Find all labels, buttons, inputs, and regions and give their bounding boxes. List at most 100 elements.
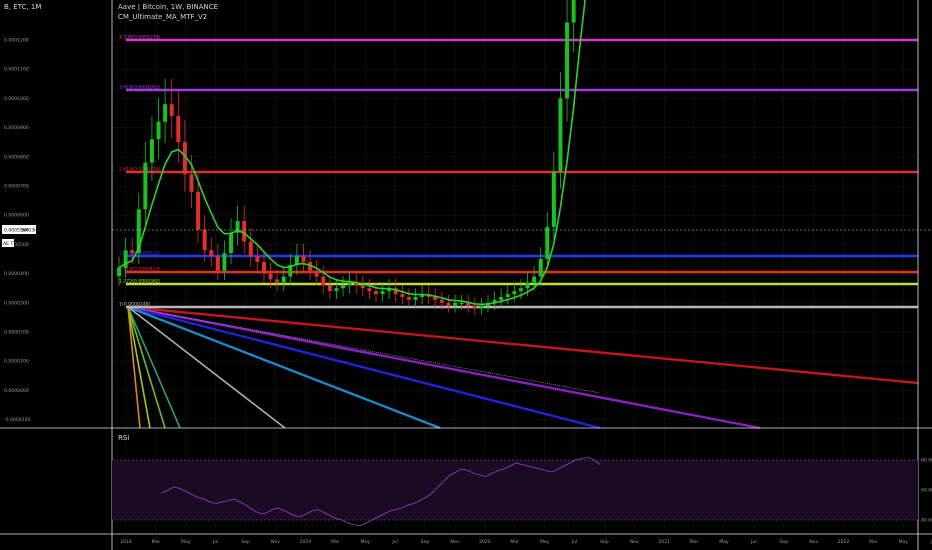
candle-body [261,261,266,274]
time-tick-label: Nov [450,539,459,545]
candle-body [558,98,563,172]
candle-body [242,221,247,242]
time-tick-label: May [181,539,191,545]
candle-body [189,174,194,192]
candle-body [255,256,260,262]
time-tick-label: Jul [212,539,219,545]
symbol-tag[interactable]: B, ETC, 1M [4,3,41,11]
candle-body [525,282,530,289]
time-tick-label: Sep [241,539,250,545]
price-tick-label: 0.0001000 [4,96,29,102]
candle-body [518,288,523,292]
candle-body [281,276,286,283]
price-chart[interactable]: 4.236(0.0001274) 3.618(0.0001063) 2.618(0.… [0,0,932,550]
price-tick-label: 0.0000800 [4,154,29,160]
price-tick-label: 0.0000400 [4,271,29,277]
candle-body [327,285,332,292]
time-tick-label: May [899,539,909,545]
price-tick-label: 0.0001100 [4,67,29,73]
candle-body [400,294,405,297]
candle-body [202,229,207,251]
fib-level-label: 4.236(0.0001274) [119,35,161,41]
candle-body [406,296,411,300]
price-tick-label: -0.0000100 [4,417,31,423]
candle-body [499,296,504,300]
candle-body [301,256,306,262]
candle-body [209,250,214,257]
price-tick-label: 0.0001200 [4,38,29,44]
candle-body [149,139,154,163]
time-tick-label: Jul [391,539,398,545]
candle-body [413,296,418,300]
time-tick-label: Mar [869,539,878,545]
candle-body [169,104,174,116]
rsi-label[interactable]: RSI [118,434,129,442]
time-tick-label: Nov [809,539,818,545]
time-tick-label: May [719,539,729,545]
time-tick-label: 2020 [479,539,491,545]
candle-body [229,232,234,254]
fib-level-label: 1(0.0000248) [119,302,151,308]
price-tick-label: 0.0000600 [4,213,29,219]
rsi-tick-label: 80.00 [921,458,932,464]
price-tick-label: 0.0000300 [4,300,29,306]
candle-body [275,279,280,283]
time-tick-label: May [540,539,550,545]
time-tick-label: Mar [152,539,161,545]
candle-body [571,0,576,23]
candle-body [380,291,385,295]
rsi-tick-label: 60.00 [921,488,932,494]
chart-title: Aave | Bitcoin, 1W, BINANCE [118,3,218,11]
candle-body [532,276,537,283]
candle-body [334,288,339,292]
candle-body [341,285,346,289]
candle-body [565,22,570,99]
price-tick-label: 0.0000700 [4,184,29,190]
candle-body [472,305,477,309]
time-tick-label: Nov [630,539,639,545]
fib-level-label: 3.618(0.0001063) [119,85,161,91]
candle-body [130,250,135,254]
candle-body [505,294,510,297]
time-tick-label: Nov [271,539,280,545]
candle-body [196,191,201,230]
candle-body [321,276,326,286]
time-tick-label: 2018 [120,539,132,545]
fib-level-label: 1.272(0.0000362) [119,279,161,285]
candle-body [446,302,451,306]
candle-body [459,302,464,304]
candle-body [347,282,352,286]
price-tick-label: 0.0000000 [4,388,29,394]
indicator-label[interactable]: CM_Ultimate_MA_MTF_V2 [118,13,207,21]
candle-body [360,285,365,289]
candle-body [512,291,517,295]
candle-body [373,291,378,295]
time-tick-label: 2022 [838,539,850,545]
candle-body [538,259,543,277]
candle-body [367,288,372,292]
candle-body [176,115,181,143]
candle-body [215,256,220,271]
rsi-tick-label: 40.00 [921,518,932,524]
price-tick-label: 0.0000200 [4,330,29,336]
time-tick-label: Mar [690,539,699,545]
candle-body [143,162,148,210]
candle-body [117,267,121,277]
time-tick-label: Mar [510,539,519,545]
candle-body [248,241,253,257]
price-tick-label: 0.0000100 [4,359,29,365]
time-tick-label: Jul [571,539,578,545]
time-tick-label: Jul [750,539,757,545]
candle-body [163,104,168,122]
time-tick-label: Sep [600,539,609,545]
candle-body [439,299,444,303]
candle-body [453,302,458,306]
time-tick-label: 2019 [300,539,312,545]
current-price-label: 0.0005594 5d 03h [2,225,37,234]
time-tick-label: Mar [331,539,340,545]
candle-body [545,226,550,259]
candle-body [156,121,161,140]
price-tick-label: 0.0000900 [4,125,29,131]
time-tick-label: Sep [421,539,430,545]
rsi-band-fill [112,460,918,520]
